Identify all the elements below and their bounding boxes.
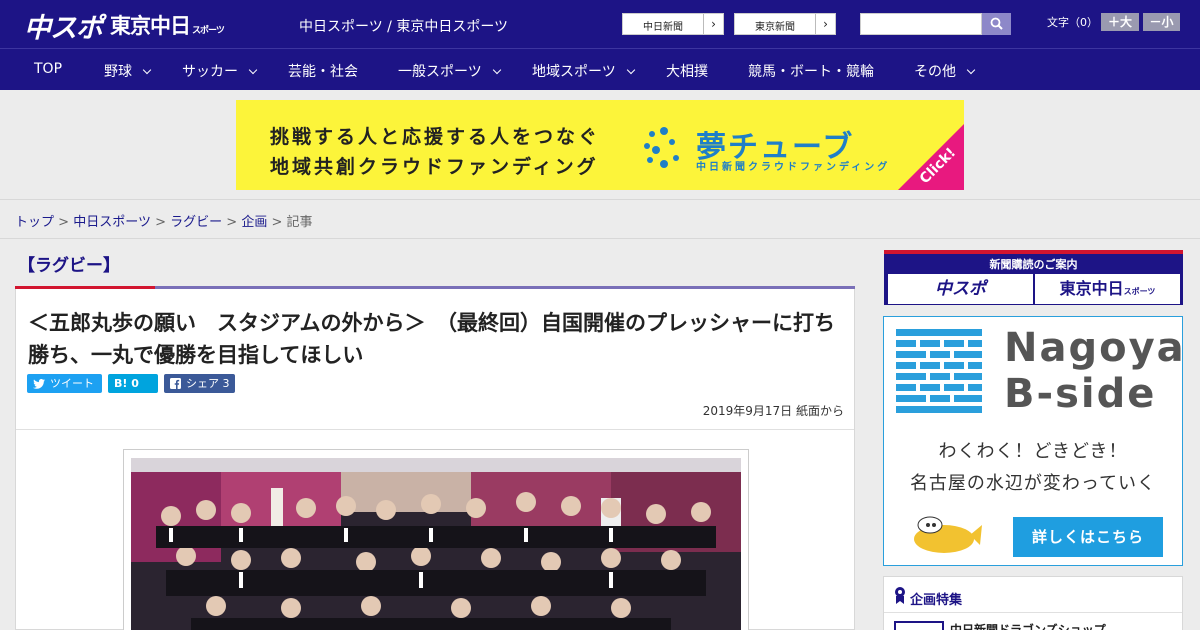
subscribe-tokyo-label: 東京中日	[1059, 279, 1124, 298]
chevron-right-icon: ›	[815, 14, 835, 34]
team-photo-illustration	[131, 458, 741, 630]
tempura-mascot-icon	[914, 516, 982, 553]
breadcrumb-current: 記事	[286, 215, 313, 230]
nav-item-top[interactable]: TOP	[34, 61, 62, 77]
nav-label: TOP	[34, 61, 63, 77]
tweet-button[interactable]: ツイート	[27, 374, 102, 393]
breadcrumb-sep: >	[58, 215, 70, 230]
breadcrumb-sep: >	[226, 215, 238, 230]
feature-item-dragons-shop[interactable]: 中日新聞ドラゴンズショップ	[950, 621, 1106, 630]
breadcrumb-top[interactable]: トップ	[15, 215, 54, 230]
nav-label: サッカー	[182, 64, 238, 80]
nav-item-entertainment[interactable]: 芸能・社会	[288, 61, 358, 81]
card-divider	[16, 429, 854, 430]
nav-item-local-sports[interactable]: 地域スポーツ	[532, 61, 635, 81]
bside-text1: わくわく！どきどき！	[938, 441, 1128, 462]
nav-item-other[interactable]: その他	[914, 61, 976, 81]
site-names: 中日スポーツ / 東京中日スポーツ	[299, 19, 509, 35]
dots-logo-icon	[644, 127, 679, 168]
nav-label: 芸能・社会	[288, 64, 358, 80]
hatena-label: B! 0	[114, 377, 139, 390]
nav-label: その他	[914, 64, 956, 80]
breadcrumb-rugby[interactable]: ラグビー	[170, 215, 222, 230]
bside-text2: 名古屋の水辺が変わっていく	[909, 473, 1157, 494]
search-input[interactable]	[860, 13, 982, 35]
nav-item-sumo[interactable]: 大相撲	[666, 61, 708, 81]
subscription-label: 新聞購読のご案内	[989, 258, 1078, 271]
chunichi-shimbun-link[interactable]: 中日新聞 ›	[622, 13, 724, 35]
tokyo-chunichi-logo[interactable]: 東京中日 スポーツ	[110, 10, 225, 40]
feature-thumbnail[interactable]	[894, 621, 944, 630]
ad-band: 挑戦する人と応援する人をつなぐ 地域共創クラウドファンディング 夢チューブ 中日…	[0, 90, 1200, 200]
breadcrumb-divider	[0, 238, 1200, 239]
article-category: 【ラグビー】	[18, 256, 120, 276]
tokyo-chunichi-logo-text: 東京中日	[110, 14, 191, 38]
nav-label: 競馬・ボート・競輪	[748, 64, 874, 80]
breadcrumb-sep: >	[155, 215, 166, 230]
bside-details-button[interactable]: 詳しくはこちら	[1013, 517, 1163, 557]
article-photo-frame	[123, 449, 749, 630]
banner-line2: 地域共創クラウドファンディング	[270, 156, 599, 178]
search-button[interactable]	[982, 13, 1011, 35]
font-size-label: 文字（0）	[1047, 16, 1098, 29]
subscription-box: 新聞購読のご案内 中スポ 東京中日スポーツ	[884, 250, 1183, 305]
article-date: 2019年9月17日 紙面から	[702, 404, 844, 418]
bside-title: Nagoya B-side	[1004, 325, 1186, 417]
tokyo-shimbun-link[interactable]: 東京新聞 ›	[734, 13, 836, 35]
article-photo[interactable]	[131, 458, 741, 630]
nav-label: 大相撲	[666, 64, 708, 80]
chevron-right-icon: ›	[703, 14, 723, 34]
nav-label: 一般スポーツ	[398, 64, 482, 80]
subscribe-tokyo-chunichi-button[interactable]: 東京中日スポーツ	[1035, 274, 1180, 304]
tokyo-shimbun-label: 東京新聞	[755, 22, 795, 33]
breadcrumb-chunichi-sports[interactable]: 中日スポーツ	[73, 215, 151, 230]
facebook-label: シェア 3	[186, 377, 230, 390]
breadcrumb-feature[interactable]: 企画	[241, 215, 267, 230]
nav-label: 地域スポーツ	[532, 64, 616, 80]
chevron-down-icon	[492, 65, 501, 75]
chevron-down-icon	[626, 65, 635, 75]
nagoya-bside-ad[interactable]: Nagoya B-side わくわく！どきどき！ 名古屋の水辺が変わっていく 詳し…	[883, 316, 1186, 566]
banner-line1: 挑戦する人と応援する人をつなぐ	[270, 126, 601, 148]
breadcrumb: トップ > 中日スポーツ > ラグビー > 企画 > 記事	[15, 211, 313, 230]
search-icon	[990, 17, 1003, 30]
article-headline: ＜五郎丸歩の願い スタジアムの外から＞ （最終回）自国開催のプレッシャーに打ち勝…	[28, 311, 836, 367]
crowdfunding-banner[interactable]: 挑戦する人と応援する人をつなぐ 地域共創クラウドファンディング 夢チューブ 中日…	[236, 100, 964, 190]
font-size-up-button[interactable]: ＋大	[1101, 13, 1139, 31]
article-card: ＜五郎丸歩の願い スタジアムの外から＞ （最終回）自国開催のプレッシャーに打ち勝…	[15, 289, 855, 630]
feature-box: 企画特集 中日新聞ドラゴンズショップ	[883, 576, 1183, 630]
font-size-down-button[interactable]: －小	[1143, 13, 1180, 31]
brick-wall-icon	[896, 329, 982, 413]
bside-title-line1: Nagoya	[1004, 325, 1186, 371]
hatena-bookmark-button[interactable]: B! 0	[108, 374, 158, 393]
nav-item-general-sports[interactable]: 一般スポーツ	[398, 61, 501, 81]
tweet-label: ツイート	[50, 377, 94, 390]
tokyo-chunichi-logo-small: スポーツ	[192, 26, 225, 36]
chevron-down-icon	[248, 65, 258, 75]
nav-item-racing[interactable]: 競馬・ボート・競輪	[748, 61, 874, 81]
nav-item-baseball[interactable]: 野球	[104, 61, 152, 81]
main-nav: TOP 野球 サッカー 芸能・社会 一般スポーツ 地域スポーツ 大相撲 競馬・ボ…	[0, 48, 1200, 90]
facebook-share-button[interactable]: シェア 3	[164, 374, 235, 393]
nav-label: 野球	[104, 64, 132, 80]
facebook-icon	[170, 378, 181, 389]
chevron-down-icon	[966, 65, 976, 75]
feature-title: 企画特集	[910, 593, 963, 608]
site-header: 中スポ 東京中日 スポーツ 中日スポーツ / 東京中日スポーツ 中日新聞 › 東京…	[0, 0, 1200, 48]
nav-item-soccer[interactable]: サッカー	[182, 61, 258, 81]
feature-header: 企画特集	[884, 577, 1182, 613]
subscribe-tokyo-small: スポーツ	[1123, 287, 1156, 296]
twitter-icon	[33, 379, 45, 389]
breadcrumb-sep: >	[271, 215, 283, 230]
chuspo-logo[interactable]: 中スポ	[24, 6, 103, 45]
subscribe-chuspo-button[interactable]: 中スポ	[888, 274, 1033, 304]
chunichi-shimbun-label: 中日新聞	[643, 22, 683, 33]
banner-sub: 中日新聞クラウドファンディング	[696, 162, 891, 173]
chevron-down-icon	[142, 65, 152, 75]
ribbon-icon	[895, 587, 905, 604]
bside-title-line2: B-side	[1004, 371, 1157, 417]
